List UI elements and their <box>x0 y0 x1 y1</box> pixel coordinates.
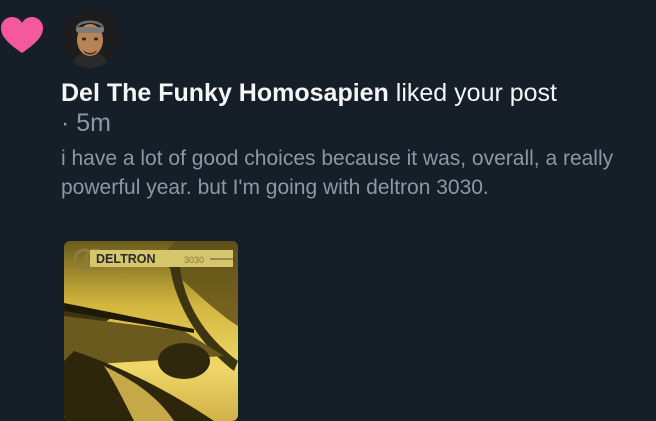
notification-action: liked your post <box>395 79 557 107</box>
separator-dot: · <box>61 109 70 137</box>
avatar[interactable] <box>61 10 119 68</box>
post-excerpt[interactable]: i have a lot of good choices because it … <box>61 144 621 202</box>
album-subtitle: 3030 <box>184 255 204 265</box>
album-cover[interactable]: DELTRON 3030 <box>64 241 238 421</box>
album-art: DELTRON 3030 <box>64 241 238 421</box>
avatar-image <box>61 10 119 68</box>
notification-headline: Del The Funky Homosapien liked your post… <box>61 78 641 138</box>
author-name[interactable]: Del The Funky Homosapien <box>61 79 389 107</box>
like-notification[interactable]: Del The Funky Homosapien liked your post… <box>0 0 656 421</box>
timestamp: 5m <box>76 109 112 137</box>
heart-icon <box>1 17 43 53</box>
album-title: DELTRON <box>96 252 156 266</box>
notification-content: Del The Funky Homosapien liked your post… <box>61 78 641 202</box>
